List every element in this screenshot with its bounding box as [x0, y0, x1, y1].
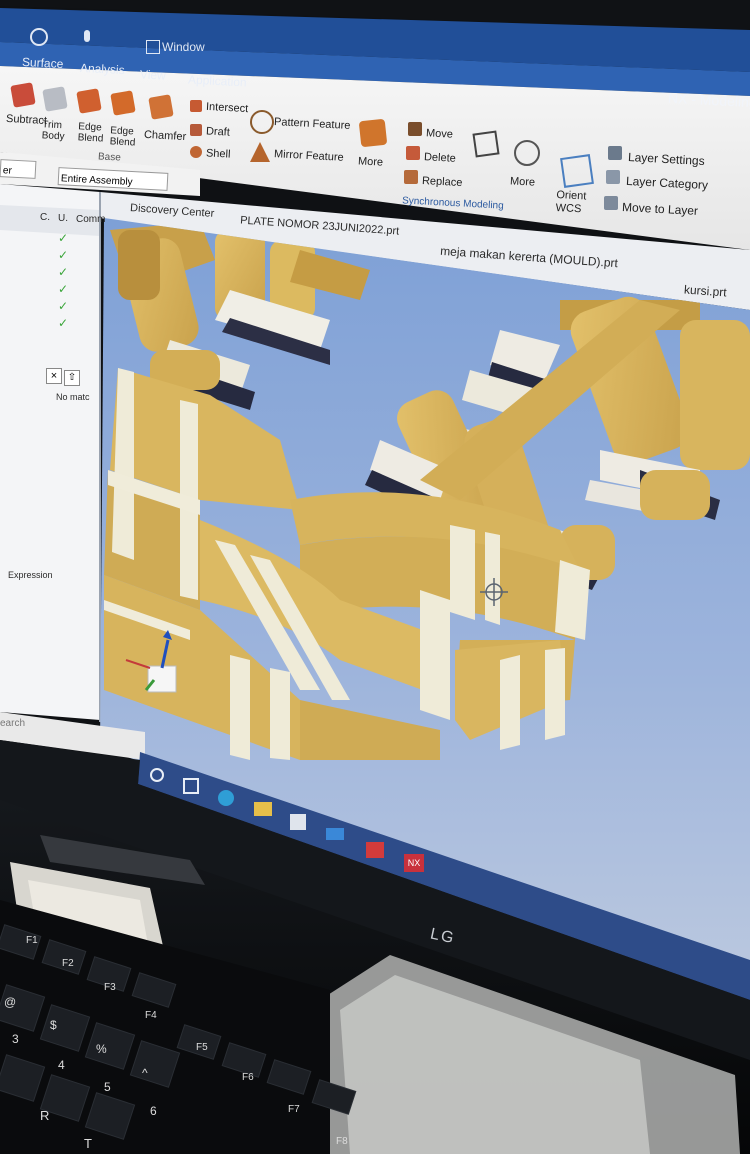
assembly-filter-value: Entire Assembly [60, 173, 133, 189]
sync-cube-icon[interactable] [472, 130, 500, 158]
check-icon: ✓ [58, 265, 69, 279]
key-percent[interactable]: % [96, 1042, 107, 1056]
photo-scene: Window NX - Modeling Surface Analysis Vi… [0, 0, 750, 1154]
monitor-screen: Window NX - Modeling Surface Analysis Vi… [0, 0, 750, 1154]
mail-icon[interactable] [326, 828, 344, 840]
edge-browser-icon[interactable] [218, 790, 234, 806]
replace-face-icon[interactable] [404, 170, 418, 184]
key-t[interactable]: T [84, 1136, 92, 1151]
more-feature-icon[interactable] [358, 118, 388, 148]
nav-col-comment[interactable]: Comm [76, 214, 105, 225]
move-to-layer-icon[interactable] [604, 196, 618, 210]
nav-col-u[interactable]: U. [58, 213, 68, 224]
move-face-icon[interactable] [408, 122, 422, 136]
wps-icon[interactable] [366, 842, 384, 858]
tab-view[interactable]: View [140, 67, 166, 82]
close-icon[interactable]: × [46, 368, 62, 384]
base-group-label: Base [97, 151, 122, 164]
orient-wcs-icon[interactable] [560, 154, 594, 188]
delete-face-icon[interactable] [406, 146, 420, 160]
type-filter-value: er [2, 165, 13, 177]
check-icon: ✓ [58, 282, 69, 296]
key-f8[interactable]: F8 [336, 1136, 348, 1147]
check-icon: ✓ [58, 299, 69, 313]
draft-button[interactable]: Draft [206, 125, 230, 138]
key-f6[interactable]: F6 [242, 1072, 254, 1083]
check-icon: ✓ [58, 231, 69, 245]
key-caret[interactable]: ^ [142, 1066, 148, 1080]
store-icon[interactable] [290, 814, 306, 830]
chamfer-icon[interactable] [148, 94, 174, 120]
more-feature-button[interactable]: More [358, 155, 384, 168]
microphone-icon[interactable] [84, 30, 90, 42]
check-icon: ✓ [58, 248, 69, 262]
orient-wcs-button[interactable]: Orient WCS [555, 189, 596, 217]
type-filter-select[interactable]: er [0, 159, 37, 179]
window-icon[interactable] [146, 40, 160, 54]
edge-blend-icon[interactable] [110, 90, 136, 116]
window-menu-label[interactable]: Window [162, 40, 205, 54]
tab-surface[interactable]: Surface [22, 55, 64, 71]
subtract-button[interactable]: Subtract [6, 113, 48, 127]
edge-blend-icon[interactable] [76, 88, 102, 114]
intersect-button[interactable]: Intersect [206, 101, 249, 115]
edge-blend-button[interactable]: Edge Blend [77, 121, 106, 144]
nav-status-text: No matc [56, 392, 90, 402]
key-f2[interactable]: F2 [62, 958, 74, 969]
key-f4[interactable]: F4 [145, 1010, 157, 1021]
shell-button[interactable]: Shell [206, 147, 231, 160]
more-sync-button[interactable]: More [510, 175, 536, 188]
task-view-icon[interactable] [183, 778, 199, 794]
tab-application[interactable]: Application [188, 72, 247, 89]
up-arrow-icon[interactable]: ⇧ [64, 370, 80, 386]
key-5[interactable]: 5 [104, 1080, 111, 1094]
key-f1[interactable]: F1 [26, 935, 38, 946]
layer-category-icon[interactable] [606, 170, 620, 184]
subtract-icon[interactable] [10, 82, 36, 108]
edge-blend-dropdown-button[interactable]: Edge Blend [109, 125, 140, 149]
trim-body-button[interactable]: Trim Body [41, 119, 72, 143]
key-f5[interactable]: F5 [196, 1042, 208, 1053]
intersect-icon[interactable] [190, 100, 202, 112]
replace-button[interactable]: Replace [422, 175, 463, 189]
nx-icon[interactable]: NX [404, 854, 424, 872]
key-3[interactable]: 3 [12, 1032, 19, 1046]
check-icon: ✓ [58, 316, 69, 330]
key-r[interactable]: R [40, 1108, 49, 1123]
move-button[interactable]: Move [426, 127, 453, 140]
undo-icon[interactable] [30, 28, 48, 46]
expression-panel-label[interactable]: Expression [8, 570, 53, 580]
draft-icon[interactable] [190, 124, 202, 136]
key-f7[interactable]: F7 [288, 1104, 300, 1115]
layer-settings-icon[interactable] [608, 146, 622, 160]
key-6[interactable]: 6 [150, 1104, 157, 1118]
key-4[interactable]: 4 [58, 1058, 65, 1072]
file-explorer-icon[interactable] [254, 802, 272, 816]
delete-button[interactable]: Delete [424, 151, 456, 165]
key-at[interactable]: @ [4, 995, 16, 1009]
key-f3[interactable]: F3 [104, 982, 116, 993]
nav-check-list: ✓ ✓ ✓ ✓ ✓ ✓ [58, 230, 72, 332]
shell-icon[interactable] [190, 146, 202, 158]
key-dollar[interactable]: $ [50, 1018, 57, 1032]
search-box-label[interactable]: earch [0, 718, 25, 729]
start-icon[interactable] [150, 768, 164, 782]
doc-tab-kursi[interactable]: kursi.prt [684, 283, 728, 300]
refresh-icon[interactable] [514, 140, 540, 166]
chamfer-button[interactable]: Chamfer [144, 129, 187, 143]
pattern-feature-icon[interactable] [250, 110, 274, 134]
nav-col-c[interactable]: C. [40, 212, 50, 223]
trim-body-icon[interactable] [42, 86, 68, 112]
tab-analysis[interactable]: Analysis [80, 61, 125, 77]
